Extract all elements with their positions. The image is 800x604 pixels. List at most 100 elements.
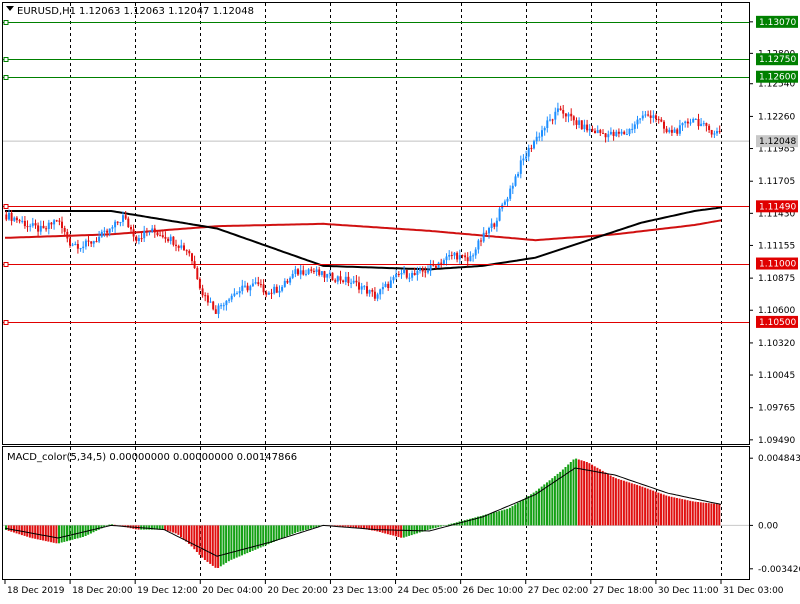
macd-bar: [299, 525, 302, 532]
candle-body: [684, 121, 687, 124]
candle-body: [137, 238, 140, 241]
macd-bar: [275, 525, 278, 541]
candle-body: [299, 270, 302, 275]
time-tick-label: 27 Dec 02:00: [528, 586, 589, 596]
macd-bar: [42, 525, 45, 541]
macd-bar: [206, 525, 209, 562]
candle-body: [140, 238, 143, 240]
candle-body: [517, 173, 520, 177]
level-handle[interactable]: [3, 262, 9, 267]
macd-bar: [400, 525, 403, 538]
macd-bar: [185, 525, 188, 542]
macd-bar: [288, 525, 291, 536]
macd-bar: [418, 525, 421, 533]
macd-bar: [665, 495, 668, 526]
candle-body: [625, 134, 628, 135]
candle-body: [236, 293, 238, 295]
macd-bar: [278, 525, 281, 540]
candle-body: [379, 289, 382, 295]
macd-bar: [612, 477, 615, 526]
macd-bar: [304, 525, 307, 530]
macd-bar: [416, 525, 418, 534]
macd-bar: [394, 525, 397, 537]
macd-bar: [437, 525, 440, 528]
candle-body: [307, 269, 310, 274]
time-tick-label: 20 Dec 04:00: [202, 586, 263, 596]
macd-bar: [235, 525, 238, 558]
candle-body: [185, 250, 188, 252]
level-handle[interactable]: [3, 320, 9, 325]
macd-bar: [662, 494, 665, 526]
candle-body: [708, 125, 711, 130]
candle-body: [596, 130, 599, 134]
macd-bar: [652, 490, 655, 526]
level-handle[interactable]: [3, 75, 9, 80]
macd-bar: [225, 525, 228, 563]
level-handle[interactable]: [3, 57, 9, 62]
candle-body: [546, 120, 549, 128]
candle-body: [652, 115, 655, 118]
macd-bar: [66, 525, 68, 542]
candle-body: [403, 270, 406, 273]
candle-body: [326, 274, 329, 278]
candle-body: [567, 113, 570, 117]
chart-window[interactable]: 1.130701.128001.125401.122601.119851.117…: [0, 0, 800, 600]
macd-bar: [431, 525, 434, 529]
candle-body: [26, 226, 29, 228]
macd-bar: [556, 473, 559, 526]
candle-body: [228, 299, 231, 301]
candle-body: [79, 248, 82, 250]
candle-body: [474, 249, 477, 256]
macd-bar: [461, 520, 464, 526]
candle-body: [265, 292, 268, 295]
macd-bar: [214, 525, 217, 568]
macd-bar: [310, 525, 312, 529]
candle-body: [13, 217, 16, 221]
macd-bar: [238, 525, 241, 557]
macd-bar: [84, 525, 87, 536]
macd-bar: [339, 525, 342, 527]
macd-bar: [559, 471, 562, 526]
candle-body: [612, 131, 615, 136]
candle-body: [609, 131, 612, 135]
macd-bar: [169, 525, 172, 532]
candle-body: [692, 119, 695, 123]
macd-bar: [60, 525, 63, 543]
chart-canvas[interactable]: 1.130701.128001.125401.122601.119851.117…: [0, 0, 800, 600]
macd-bar: [675, 498, 678, 526]
level-handle[interactable]: [3, 20, 9, 25]
macd-bar: [34, 525, 37, 539]
candle-body: [352, 280, 355, 283]
candle-body: [639, 118, 642, 120]
candle-body: [130, 227, 132, 230]
time-tick-label: 23 Dec 13:00: [332, 586, 393, 596]
candle-body: [230, 295, 233, 300]
candle-body: [461, 255, 464, 257]
macd-bar: [166, 525, 169, 531]
candle-body: [342, 280, 345, 282]
candle-body: [376, 294, 379, 299]
candle-body: [114, 221, 117, 228]
macd-bar: [217, 525, 220, 568]
price-tick-label: 1.12260: [758, 112, 795, 122]
macd-bar: [283, 525, 286, 538]
macd-bar: [604, 472, 607, 526]
candle-body: [554, 111, 557, 120]
candle-body: [214, 309, 217, 314]
macd-bar: [580, 460, 583, 526]
candle-body: [445, 256, 448, 261]
macd-bar: [246, 525, 249, 554]
macd-bar: [686, 500, 689, 526]
candle-body: [686, 121, 689, 124]
macd-bar: [50, 525, 53, 543]
macd-bar: [607, 473, 609, 526]
candle-body: [251, 283, 254, 287]
price-tick-label: 1.09490: [758, 436, 795, 446]
candle-body: [31, 223, 34, 226]
candle-body: [108, 228, 111, 233]
macd-bar: [694, 501, 697, 526]
candle-body: [633, 124, 636, 129]
level-handle[interactable]: [3, 204, 9, 209]
macd-bar: [710, 503, 713, 526]
time-tick-label: 19 Dec 12:00: [137, 586, 198, 596]
